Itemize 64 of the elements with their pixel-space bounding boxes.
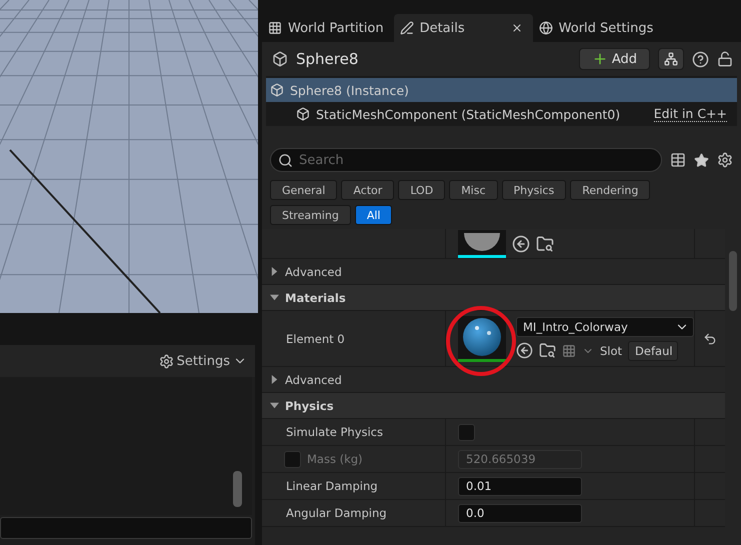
grid-icon bbox=[268, 21, 282, 35]
browse-icon[interactable] bbox=[539, 342, 556, 359]
group-label[interactable]: Advanced bbox=[285, 264, 342, 278]
unlock-icon[interactable] bbox=[717, 51, 733, 67]
hierarchy-icon bbox=[664, 52, 678, 66]
number-field[interactable]: 0.0 bbox=[458, 504, 582, 522]
cube-icon bbox=[296, 107, 310, 121]
cube-icon bbox=[272, 51, 288, 67]
expanded-arrow-icon[interactable] bbox=[270, 401, 279, 410]
filter-button[interactable]: LOD bbox=[398, 180, 446, 200]
scrollbar-thumb[interactable] bbox=[233, 471, 242, 507]
settings-icon bbox=[158, 354, 174, 368]
input-field[interactable] bbox=[0, 517, 252, 539]
property-label: Linear Damping bbox=[286, 479, 378, 493]
star-icon[interactable] bbox=[694, 152, 709, 168]
use-selected-icon[interactable] bbox=[512, 234, 530, 252]
category-label[interactable]: Materials bbox=[285, 290, 346, 304]
tree-item[interactable]: StaticMeshComponent (StaticMeshComponent0) Edit in C++ bbox=[266, 102, 737, 126]
help-icon[interactable] bbox=[692, 50, 709, 68]
filter-button[interactable]: General bbox=[270, 180, 338, 200]
filter-button[interactable]: All bbox=[354, 205, 392, 225]
sphere-icon bbox=[462, 317, 502, 357]
settings-icon[interactable] bbox=[717, 152, 733, 168]
reset-icon[interactable] bbox=[703, 332, 717, 346]
plus-icon bbox=[592, 51, 608, 67]
checkbox[interactable] bbox=[458, 424, 475, 440]
material-dropdown[interactable]: MI_Intro_Colorway bbox=[516, 316, 694, 336]
panel-tab[interactable]: World Settings bbox=[532, 14, 664, 42]
property-label: Mass (kg) bbox=[307, 452, 363, 466]
panel-tab[interactable]: Details bbox=[394, 14, 533, 42]
filter-button[interactable]: Physics bbox=[502, 180, 566, 200]
add-button[interactable]: Add bbox=[578, 48, 650, 70]
number-field[interactable]: 0.01 bbox=[458, 476, 582, 496]
panel-tab[interactable]: World Partition bbox=[262, 14, 394, 42]
hierarchy-button[interactable] bbox=[658, 48, 684, 70]
property-label: Angular Damping bbox=[286, 506, 387, 520]
use-selected-icon[interactable] bbox=[516, 342, 533, 359]
filter-button[interactable]: Actor bbox=[341, 180, 394, 200]
table-icon[interactable] bbox=[670, 152, 686, 168]
property-label: Element 0 bbox=[286, 332, 345, 346]
cube-icon bbox=[270, 83, 284, 97]
actor-name: Sphere8 bbox=[296, 50, 360, 68]
filter-button[interactable]: Streaming bbox=[270, 205, 351, 225]
slot-label: Slot bbox=[600, 344, 622, 358]
filter-button[interactable]: Misc bbox=[449, 180, 498, 200]
slot-button[interactable]: Defaul bbox=[628, 340, 678, 360]
settings-button[interactable]: Settings bbox=[158, 354, 247, 368]
tree-item[interactable]: Sphere8 (Instance) bbox=[266, 78, 737, 102]
collapsed-arrow-icon[interactable] bbox=[270, 267, 279, 276]
globe-icon bbox=[538, 21, 553, 35]
property-label: Simulate Physics bbox=[286, 425, 383, 439]
filter-button[interactable]: Rendering bbox=[570, 180, 650, 200]
collapsed-arrow-icon[interactable] bbox=[270, 375, 279, 384]
close-icon[interactable] bbox=[510, 22, 523, 34]
category-label[interactable]: Physics bbox=[285, 398, 334, 412]
search-field[interactable]: Search bbox=[270, 148, 662, 172]
material-thumbnail[interactable] bbox=[458, 316, 506, 362]
edit-link[interactable]: Edit in C++ bbox=[654, 106, 727, 122]
browse-icon[interactable] bbox=[536, 234, 554, 252]
group-label[interactable]: Advanced bbox=[285, 372, 342, 386]
mesh-thumbnail[interactable] bbox=[458, 230, 506, 258]
scrollbar-thumb[interactable] bbox=[729, 251, 737, 311]
expanded-arrow-icon[interactable] bbox=[270, 293, 279, 302]
pencil-icon bbox=[400, 21, 414, 35]
